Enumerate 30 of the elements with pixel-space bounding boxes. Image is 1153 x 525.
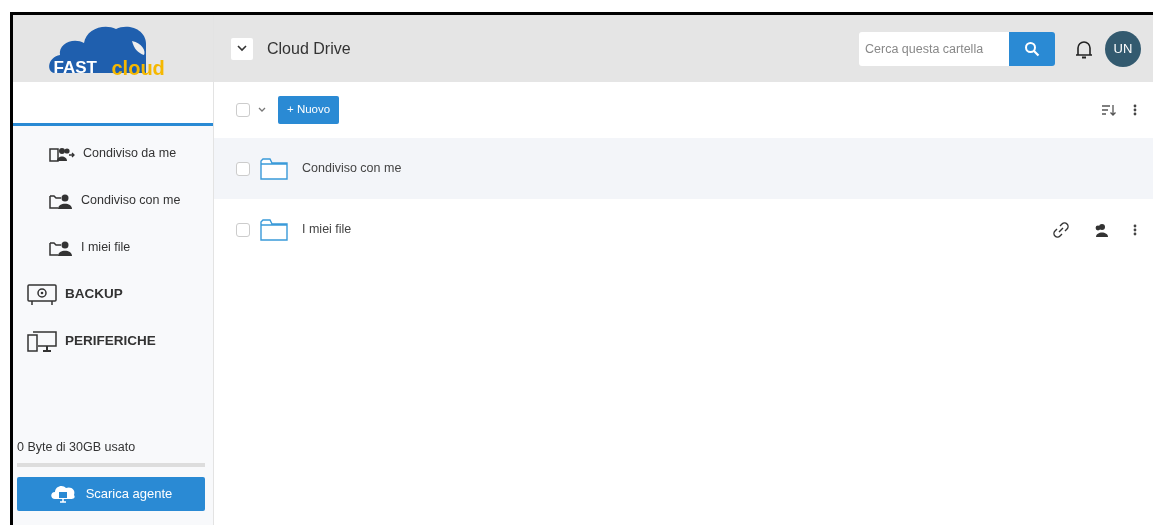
- folder-icon: [260, 218, 288, 241]
- folder-share-icon: [49, 145, 75, 162]
- sidebar-item-label[interactable]: Condiviso da me: [83, 144, 177, 163]
- new-button[interactable]: + Nuovo: [278, 96, 340, 124]
- dropdown-button[interactable]: [231, 37, 253, 60]
- folder-user-icon: [49, 239, 73, 256]
- storage-usage-text: 0 Byte di 30GB usato: [16, 439, 137, 457]
- folder-name[interactable]: I miei file: [302, 220, 352, 239]
- folder-icon: [260, 157, 288, 180]
- search-field[interactable]: Cerca questa cartella: [859, 31, 1009, 66]
- select-all-checkbox[interactable]: [236, 103, 250, 117]
- row-checkbox[interactable]: [236, 222, 250, 237]
- user-avatar[interactable]: UN: [1105, 30, 1141, 67]
- cloud-download-icon: [49, 484, 76, 504]
- safe-icon: [27, 283, 57, 306]
- folder-name[interactable]: Condiviso con me: [302, 159, 402, 178]
- page-title: Cloud Drive: [267, 38, 351, 59]
- chevron-down-icon: [237, 45, 247, 52]
- devices-icon: [27, 330, 57, 353]
- download-agent-button[interactable]: Scarica agente: [17, 477, 205, 511]
- row-highlight[interactable]: Condiviso con me: [214, 138, 1153, 199]
- sidebar-item-label[interactable]: BACKUP: [65, 284, 123, 305]
- sidebar-item-label[interactable]: Condiviso con me: [81, 191, 181, 210]
- sidebar-item-label[interactable]: PERIFERICHE: [65, 331, 156, 352]
- folder-user-icon: [49, 192, 73, 209]
- logo-text: FAST: [53, 57, 97, 79]
- search-icon: [1024, 40, 1040, 57]
- sidebar-item-label[interactable]: I miei file: [81, 238, 131, 257]
- search-button[interactable]: [1009, 31, 1055, 66]
- row-checkbox[interactable]: [236, 161, 250, 176]
